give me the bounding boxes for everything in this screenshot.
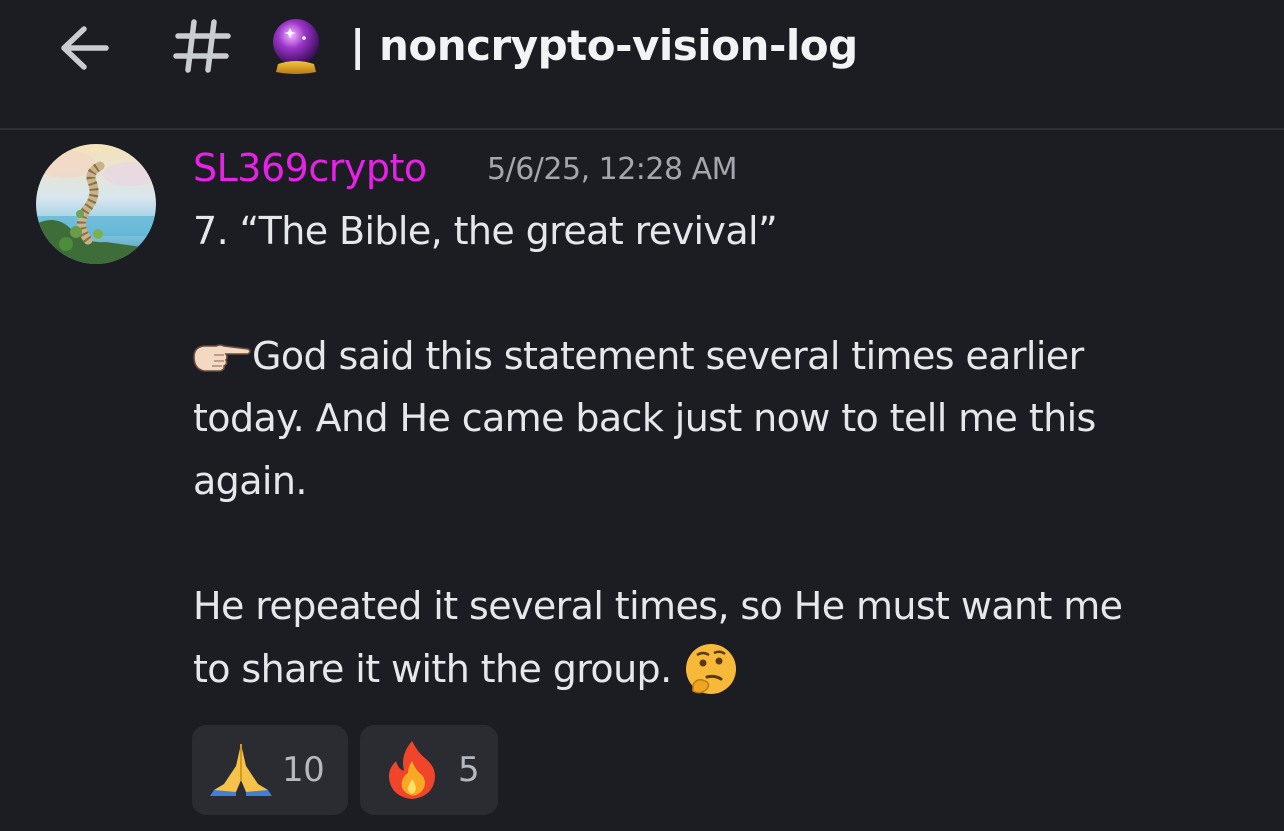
message-line-with-icon: God said this statement several times ea… <box>190 328 1084 384</box>
author-name[interactable]: SL369crypto <box>193 140 427 196</box>
message-line: today. And He came back just now to tell… <box>193 396 1096 440</box>
reaction-count: 10 <box>282 750 325 790</box>
message-line-with-icon: to share it with the group. <box>193 641 739 697</box>
reaction-folded-hands[interactable]: 10 <box>192 725 348 815</box>
folded-hands-icon <box>210 744 272 796</box>
pointing-finger-icon <box>193 343 251 372</box>
message-text: to share it with the group. <box>193 647 684 691</box>
header-divider <box>0 128 1284 130</box>
reaction-count: 5 <box>458 750 480 790</box>
arrow-left-icon <box>61 26 109 70</box>
reaction-fire[interactable]: 5 <box>360 725 498 815</box>
stairway-to-heaven-avatar <box>36 144 156 264</box>
message-text: God said this statement several times ea… <box>252 334 1084 378</box>
channel-header: | noncrypto-vision-log <box>0 0 1284 128</box>
avatar[interactable] <box>36 144 156 264</box>
back-button[interactable] <box>52 20 116 76</box>
crystal-ball-icon <box>268 16 324 76</box>
fire-icon <box>388 741 435 799</box>
message-line: again. <box>193 459 307 503</box>
message-timestamp: 5/6/25, 12:28 AM <box>487 152 738 187</box>
message-line: He repeated it several times, so He must… <box>193 584 1123 628</box>
message-line: 7. “The Bible, the great revival” <box>193 209 778 253</box>
thinking-face-icon <box>686 643 737 694</box>
hash-icon <box>170 14 234 78</box>
channel-name: | noncrypto-vision-log <box>350 21 858 70</box>
